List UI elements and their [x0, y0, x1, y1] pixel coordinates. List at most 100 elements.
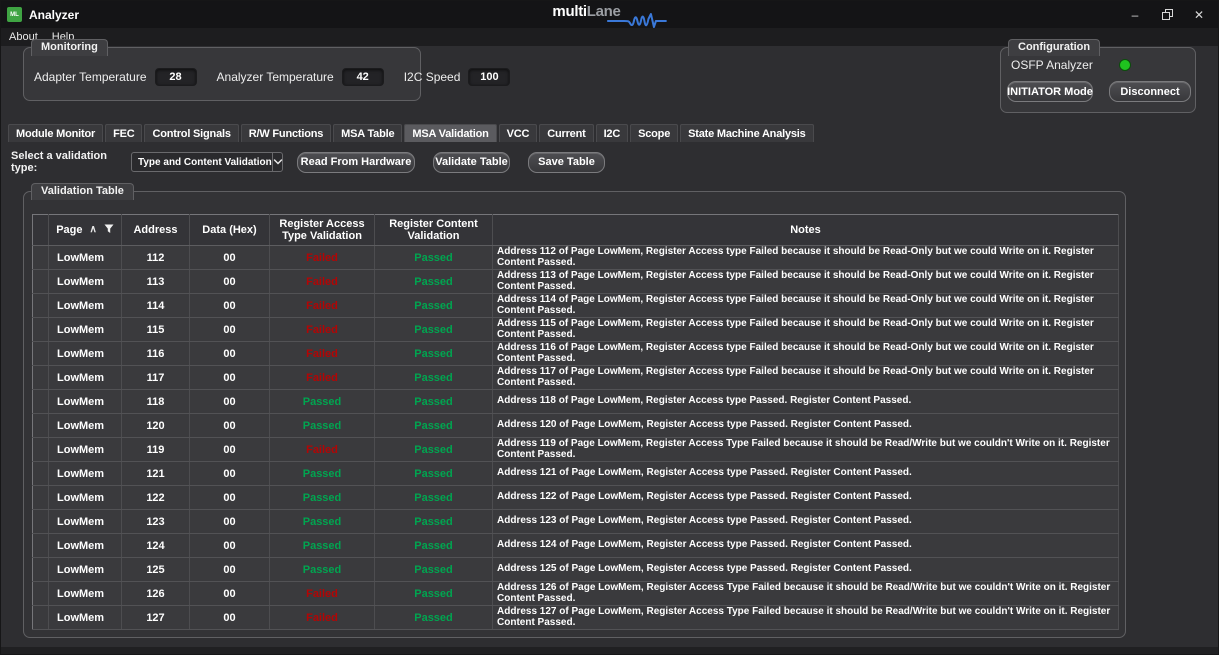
table-row[interactable]: LowMem11200FailedPassedAddress 112 of Pa… — [33, 246, 1119, 270]
cell-notes: Address 117 of Page LowMem, Register Acc… — [493, 366, 1119, 390]
row-selector[interactable] — [33, 270, 49, 294]
cell-notes: Address 113 of Page LowMem, Register Acc… — [493, 270, 1119, 294]
row-selector[interactable] — [33, 390, 49, 414]
header-register-access[interactable]: Register Access Type Validation — [270, 215, 375, 246]
minimize-icon[interactable]: – — [1122, 4, 1148, 26]
tab-current[interactable]: Current — [539, 124, 593, 142]
cell-address: 121 — [122, 462, 190, 486]
table-row[interactable]: LowMem12500PassedPassedAddress 125 of Pa… — [33, 558, 1119, 582]
tab-module-monitor[interactable]: Module Monitor — [8, 124, 103, 142]
header-address[interactable]: Address — [122, 215, 190, 246]
row-selector[interactable] — [33, 246, 49, 270]
table-row[interactable]: LowMem11400FailedPassedAddress 114 of Pa… — [33, 294, 1119, 318]
row-selector[interactable] — [33, 582, 49, 606]
cell-data-hex: 00 — [190, 318, 270, 342]
tab-scope[interactable]: Scope — [630, 124, 678, 142]
sort-ascending-icon[interactable]: ∧ — [89, 226, 96, 234]
table-row[interactable]: LowMem12000PassedPassedAddress 120 of Pa… — [33, 414, 1119, 438]
tab-msa-validation[interactable]: MSA Validation — [404, 124, 496, 142]
table-row[interactable]: LowMem11700FailedPassedAddress 117 of Pa… — [33, 366, 1119, 390]
cell-notes: Address 115 of Page LowMem, Register Acc… — [493, 318, 1119, 342]
analyzer-temperature-field[interactable]: 42 — [342, 68, 384, 86]
cell-data-hex: 00 — [190, 366, 270, 390]
read-from-hardware-button[interactable]: Read From Hardware — [297, 152, 415, 173]
table-row[interactable]: LowMem11500FailedPassedAddress 115 of Pa… — [33, 318, 1119, 342]
cell-access-validation: Passed — [270, 414, 375, 438]
row-selector[interactable] — [33, 414, 49, 438]
close-icon[interactable]: ✕ — [1186, 4, 1212, 26]
row-selector[interactable] — [33, 558, 49, 582]
row-selector[interactable] — [33, 342, 49, 366]
validation-type-dropdown[interactable]: Type and Content Validation — [131, 152, 283, 172]
cell-data-hex: 00 — [190, 510, 270, 534]
cell-access-validation: Passed — [270, 510, 375, 534]
table-row[interactable]: LowMem12200PassedPassedAddress 122 of Pa… — [33, 486, 1119, 510]
cell-content-validation: Passed — [375, 294, 493, 318]
cell-address: 127 — [122, 606, 190, 630]
cell-address: 116 — [122, 342, 190, 366]
cell-address: 122 — [122, 486, 190, 510]
cell-page: LowMem — [49, 606, 122, 630]
cell-notes: Address 116 of Page LowMem, Register Acc… — [493, 342, 1119, 366]
initiator-mode-button[interactable]: INITIATOR Mode — [1007, 81, 1093, 102]
row-selector[interactable] — [33, 318, 49, 342]
table-row[interactable]: LowMem11900FailedPassedAddress 119 of Pa… — [33, 438, 1119, 462]
header-page[interactable]: Page ∧ — [49, 215, 122, 246]
row-selector[interactable] — [33, 510, 49, 534]
title-bar: ML Analyzer multiLane – ✕ — [1, 1, 1218, 28]
cell-content-validation: Passed — [375, 390, 493, 414]
table-row[interactable]: LowMem12300PassedPassedAddress 123 of Pa… — [33, 510, 1119, 534]
osfp-analyzer-label: OSFP Analyzer — [1011, 58, 1093, 72]
tab-rw-functions[interactable]: R/W Functions — [241, 124, 331, 142]
i2c-speed-field[interactable]: 100 — [468, 68, 510, 86]
table-row[interactable]: LowMem12400PassedPassedAddress 124 of Pa… — [33, 534, 1119, 558]
restore-icon[interactable] — [1154, 4, 1180, 26]
row-selector[interactable] — [33, 486, 49, 510]
table-row[interactable]: LowMem12600FailedPassedAddress 126 of Pa… — [33, 582, 1119, 606]
cell-data-hex: 00 — [190, 390, 270, 414]
header-register-content[interactable]: Register Content Validation — [375, 215, 493, 246]
header-data-hex[interactable]: Data (Hex) — [190, 215, 270, 246]
cell-address: 124 — [122, 534, 190, 558]
tab-i2c[interactable]: I2C — [596, 124, 629, 142]
tab-msa-table[interactable]: MSA Table — [333, 124, 402, 142]
cell-access-validation: Failed — [270, 582, 375, 606]
table-row[interactable]: LowMem11300FailedPassedAddress 113 of Pa… — [33, 270, 1119, 294]
table-row[interactable]: LowMem12100PassedPassedAddress 121 of Pa… — [33, 462, 1119, 486]
row-selector[interactable] — [33, 534, 49, 558]
cell-page: LowMem — [49, 438, 122, 462]
row-selector[interactable] — [33, 606, 49, 630]
cell-access-validation: Failed — [270, 294, 375, 318]
tab-state-machine-analysis[interactable]: State Machine Analysis — [680, 124, 813, 142]
header-notes[interactable]: Notes — [493, 215, 1119, 246]
tab-vcc[interactable]: VCC — [499, 124, 538, 142]
adapter-temperature-field[interactable]: 28 — [155, 68, 197, 86]
cell-notes: Address 118 of Page LowMem, Register Acc… — [493, 390, 1119, 414]
table-header-row: Page ∧ Address Data (Hex) Register Acces… — [33, 215, 1119, 246]
table-row[interactable]: LowMem12700FailedPassedAddress 127 of Pa… — [33, 606, 1119, 630]
row-selector[interactable] — [33, 438, 49, 462]
cell-data-hex: 00 — [190, 582, 270, 606]
row-selector[interactable] — [33, 462, 49, 486]
cell-data-hex: 00 — [190, 438, 270, 462]
save-table-button[interactable]: Save Table — [528, 152, 605, 173]
validation-table-body: LowMem11200FailedPassedAddress 112 of Pa… — [33, 246, 1119, 630]
validation-type-label: Select a validation type: — [11, 150, 131, 174]
cell-page: LowMem — [49, 582, 122, 606]
tab-fec[interactable]: FEC — [105, 124, 142, 142]
cell-access-validation: Failed — [270, 246, 375, 270]
row-selector[interactable] — [33, 294, 49, 318]
cell-content-validation: Passed — [375, 414, 493, 438]
cell-address: 126 — [122, 582, 190, 606]
cell-address: 125 — [122, 558, 190, 582]
disconnect-button[interactable]: Disconnect — [1109, 81, 1191, 102]
validate-table-button[interactable]: Validate Table — [433, 152, 510, 173]
table-row[interactable]: LowMem11800PassedPassedAddress 118 of Pa… — [33, 390, 1119, 414]
cell-content-validation: Passed — [375, 510, 493, 534]
cell-data-hex: 00 — [190, 486, 270, 510]
filter-icon[interactable] — [104, 224, 114, 237]
tab-control-signals[interactable]: Control Signals — [144, 124, 238, 142]
table-row[interactable]: LowMem11600FailedPassedAddress 116 of Pa… — [33, 342, 1119, 366]
row-selector[interactable] — [33, 366, 49, 390]
cell-page: LowMem — [49, 246, 122, 270]
